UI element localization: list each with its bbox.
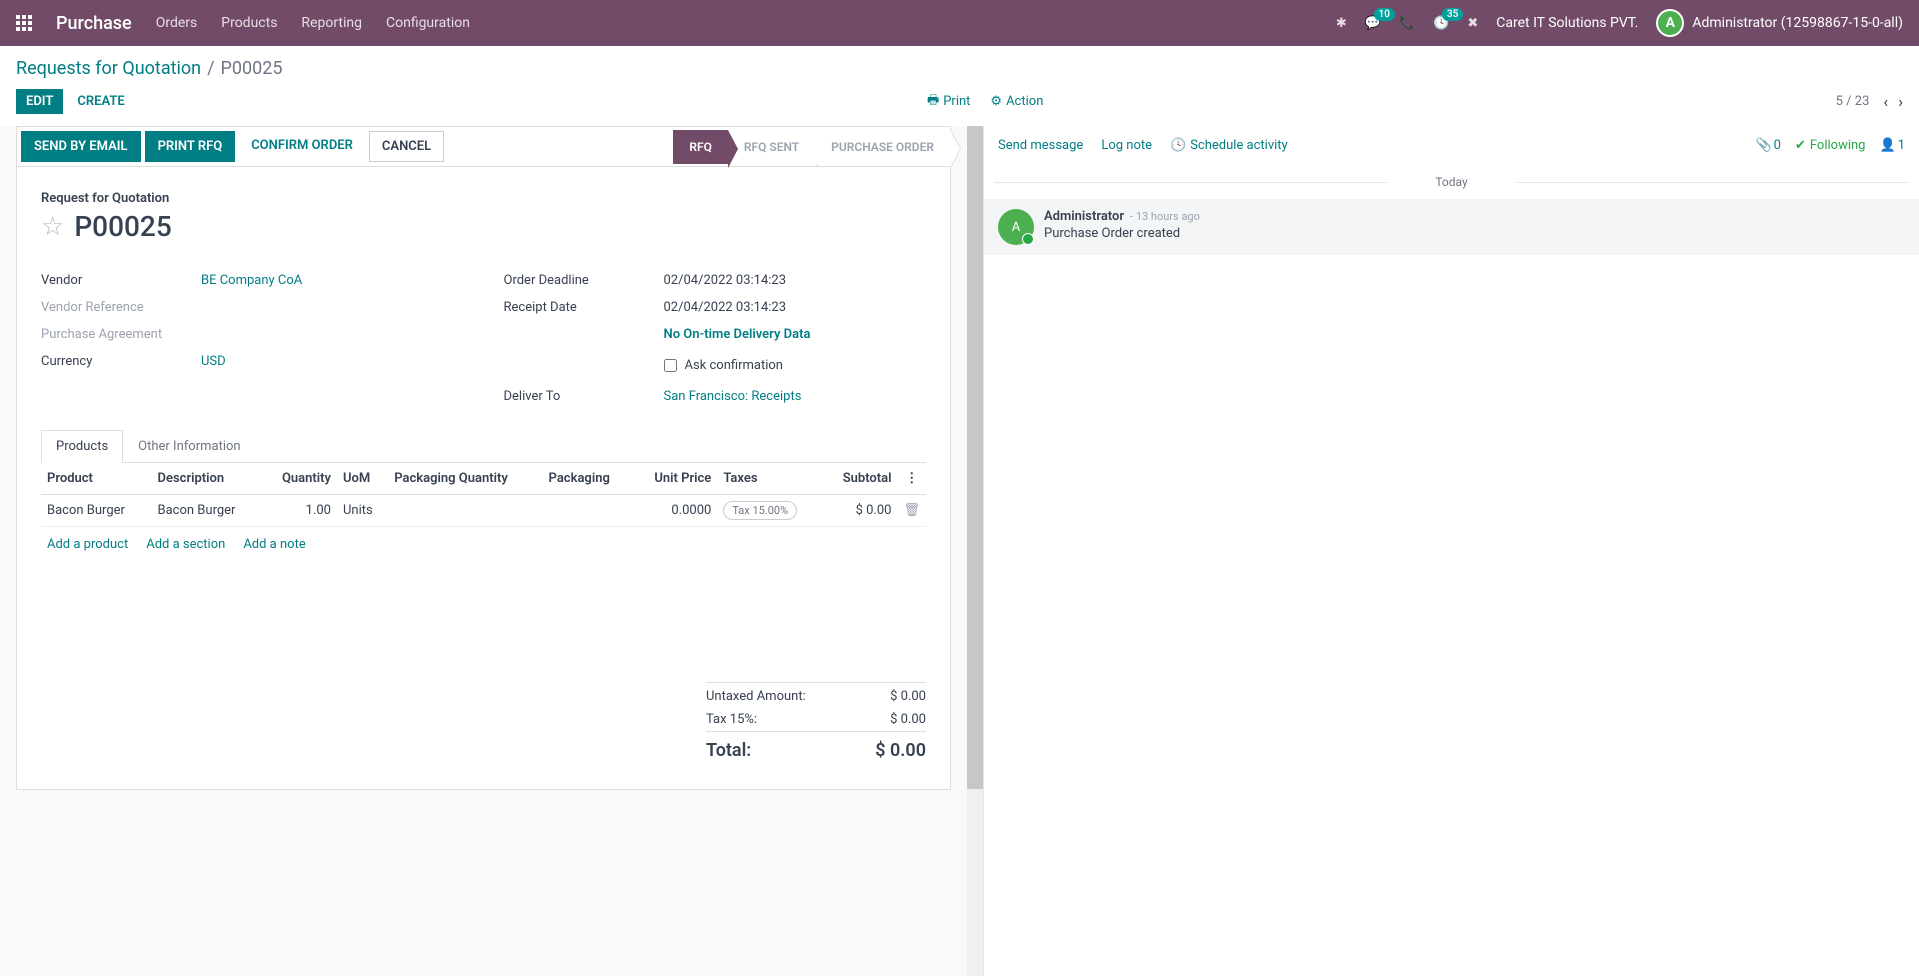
activities-badge: 35	[1442, 8, 1463, 21]
cell-price: 0.0000	[633, 495, 718, 527]
nav-products[interactable]: Products	[221, 15, 277, 31]
label-ask: Ask confirmation	[685, 358, 784, 373]
message-item: A Administrator - 13 hours ago Purchase …	[984, 199, 1919, 255]
top-navbar: Purchase Orders Products Reporting Confi…	[0, 0, 1919, 46]
pager-next-icon[interactable]: ›	[1898, 92, 1903, 111]
label-total: Total:	[706, 740, 751, 761]
col-unit-price: Unit Price	[633, 463, 718, 495]
currency-value[interactable]: USD	[201, 354, 226, 369]
scrollbar[interactable]	[967, 126, 983, 976]
settings-icon[interactable]: ✖	[1467, 16, 1478, 31]
log-note-link[interactable]: Log note	[1101, 138, 1152, 153]
tab-other-info[interactable]: Other Information	[123, 430, 255, 462]
following-button[interactable]: ✔ Following	[1795, 138, 1866, 153]
messages-icon[interactable]: 💬10	[1365, 16, 1381, 31]
phone-icon[interactable]: 📞	[1399, 16, 1415, 31]
message-text: Purchase Order created	[1044, 226, 1905, 241]
cell-quantity: 1.00	[262, 495, 337, 527]
add-note-link[interactable]: Add a note	[243, 537, 305, 552]
vendor-value[interactable]: BE Company CoA	[201, 273, 302, 288]
delete-row-icon[interactable]: 🗑	[897, 495, 926, 527]
add-product-link[interactable]: Add a product	[47, 537, 128, 552]
deadline-value: 02/04/2022 03:14:23	[664, 273, 787, 288]
label-vendor-ref: Vendor Reference	[41, 300, 201, 315]
apps-icon[interactable]	[16, 15, 32, 31]
user-avatar-icon: A	[1656, 9, 1684, 37]
edit-button[interactable]: EDIT	[16, 89, 63, 114]
followers-count[interactable]: 👤1	[1880, 138, 1906, 153]
col-options-icon[interactable]: ⋮	[897, 463, 926, 495]
tax-pill: Tax 15.00%	[723, 501, 797, 520]
value-untaxed: $ 0.00	[890, 689, 926, 704]
status-rfq-sent[interactable]: RFQ SENT	[728, 130, 815, 164]
col-packaging: Packaging	[543, 463, 633, 495]
col-pkg-qty: Packaging Quantity	[388, 463, 542, 495]
breadcrumb: Requests for Quotation / P00025	[16, 58, 1903, 79]
app-brand[interactable]: Purchase	[56, 13, 132, 34]
add-section-link[interactable]: Add a section	[146, 537, 225, 552]
create-button[interactable]: CREATE	[67, 89, 134, 114]
nav-reporting[interactable]: Reporting	[301, 15, 362, 31]
attachment-count[interactable]: 📎0	[1755, 138, 1781, 153]
doc-title: P00025	[74, 210, 171, 243]
label-deadline: Order Deadline	[504, 273, 664, 288]
label-receipt: Receipt Date	[504, 300, 664, 315]
debug-icon[interactable]: ✱	[1336, 16, 1347, 31]
receipt-value: 02/04/2022 03:14:23	[664, 300, 787, 315]
confirm-order-button[interactable]: CONFIRM ORDER	[239, 131, 365, 162]
action-button[interactable]: ⚙ Action	[990, 91, 1043, 113]
cell-product: Bacon Burger	[41, 495, 152, 527]
status-rfq[interactable]: RFQ	[673, 130, 728, 164]
breadcrumb-current: P00025	[221, 58, 283, 79]
pager-text: 5 / 23	[1836, 94, 1870, 109]
activities-icon[interactable]: 🕓35	[1433, 16, 1449, 31]
nav-orders[interactable]: Orders	[156, 15, 198, 31]
col-quantity: Quantity	[262, 463, 337, 495]
status-purchase-order[interactable]: PURCHASE ORDER	[815, 130, 950, 164]
company-selector[interactable]: Caret IT Solutions PVT.	[1496, 15, 1638, 31]
ontime-link[interactable]: No On-time Delivery Data	[664, 327, 811, 342]
breadcrumb-parent[interactable]: Requests for Quotation	[16, 58, 201, 79]
col-product: Product	[41, 463, 152, 495]
label-agreement: Purchase Agreement	[41, 327, 201, 342]
col-description: Description	[152, 463, 263, 495]
schedule-activity-link[interactable]: 🕓 Schedule activity	[1170, 138, 1288, 153]
label-currency: Currency	[41, 354, 201, 369]
label-untaxed: Untaxed Amount:	[706, 689, 806, 704]
message-author: Administrator	[1044, 209, 1124, 224]
print-button[interactable]: 🖶 Print	[927, 91, 970, 113]
pager-prev-icon[interactable]: ‹	[1883, 92, 1888, 111]
cell-subtotal: $ 0.00	[823, 495, 898, 527]
cell-description: Bacon Burger	[152, 495, 263, 527]
col-subtotal: Subtotal	[823, 463, 898, 495]
messages-badge: 10	[1374, 8, 1395, 21]
send-by-email-button[interactable]: SEND BY EMAIL	[21, 131, 141, 162]
value-tax: $ 0.00	[890, 712, 926, 727]
message-avatar-icon: A	[998, 209, 1034, 245]
doc-subtitle: Request for Quotation	[41, 191, 926, 206]
user-name: Administrator (12598867-15-0-all)	[1692, 15, 1903, 31]
tab-products[interactable]: Products	[41, 430, 123, 463]
order-lines-table: Product Description Quantity UoM Packagi…	[41, 463, 926, 527]
label-deliver: Deliver To	[504, 389, 664, 404]
send-message-link[interactable]: Send message	[998, 138, 1083, 153]
favorite-star-icon[interactable]: ☆	[41, 212, 64, 242]
cancel-button[interactable]: CANCEL	[369, 131, 444, 162]
print-rfq-button[interactable]: PRINT RFQ	[145, 131, 236, 162]
user-menu[interactable]: A Administrator (12598867-15-0-all)	[1656, 9, 1903, 37]
message-time: - 13 hours ago	[1130, 210, 1200, 223]
nav-configuration[interactable]: Configuration	[386, 15, 470, 31]
label-vendor: Vendor	[41, 273, 201, 288]
col-taxes: Taxes	[717, 463, 822, 495]
label-tax: Tax 15%:	[706, 712, 757, 727]
ask-confirmation-checkbox[interactable]	[664, 359, 677, 372]
value-total: $ 0.00	[875, 740, 926, 761]
cell-uom: Units	[337, 495, 388, 527]
date-divider: Today	[984, 175, 1919, 189]
col-uom: UoM	[337, 463, 388, 495]
deliver-value[interactable]: San Francisco: Receipts	[664, 389, 802, 404]
table-row[interactable]: Bacon Burger Bacon Burger 1.00 Units 0.0…	[41, 495, 926, 527]
